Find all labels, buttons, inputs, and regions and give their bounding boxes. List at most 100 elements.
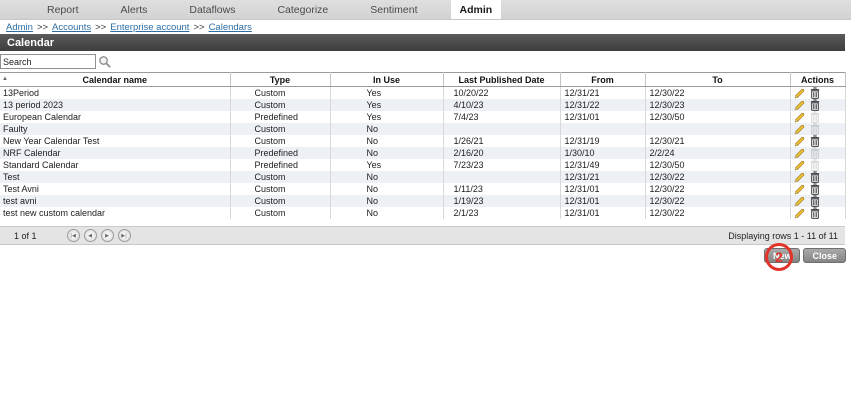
edit-icon[interactable] xyxy=(794,196,805,207)
cell-calendar-name: Faulty xyxy=(0,123,230,135)
delete-icon[interactable] xyxy=(810,183,820,195)
cell-in-use: Yes xyxy=(330,87,443,100)
cell-from: 12/31/22 xyxy=(560,99,645,111)
first-page-button[interactable]: |◀ xyxy=(67,229,80,242)
tab-admin[interactable]: Admin xyxy=(451,0,502,19)
next-page-button[interactable]: ▶ xyxy=(101,229,114,242)
cell-actions xyxy=(790,171,845,183)
edit-icon[interactable] xyxy=(794,172,805,183)
column-header-in-use[interactable]: In Use xyxy=(330,73,443,87)
cell-last-published-date: 1/26/21 xyxy=(443,135,560,147)
column-header-label: Calendar name xyxy=(82,75,147,85)
table-row: Test Avni Custom No 1/11/23 12/31/01 12/… xyxy=(0,183,845,195)
delete-icon xyxy=(810,111,820,123)
breadcrumb: Admin >> Accounts >> Enterprise account … xyxy=(0,20,851,34)
cell-calendar-name: European Calendar xyxy=(0,111,230,123)
table-row: European Calendar Predefined Yes 7/4/23 … xyxy=(0,111,845,123)
tab-report[interactable]: Report xyxy=(38,0,88,19)
cell-to: 12/30/22 xyxy=(645,207,790,219)
cell-last-published-date: 7/23/23 xyxy=(443,159,560,171)
search-icon[interactable] xyxy=(98,55,111,68)
delete-icon[interactable] xyxy=(810,87,820,99)
cell-from: 12/31/01 xyxy=(560,183,645,195)
delete-icon[interactable] xyxy=(810,99,820,111)
cell-last-published-date: 4/10/23 xyxy=(443,99,560,111)
delete-icon[interactable] xyxy=(810,195,820,207)
breadcrumb-link-accounts[interactable]: Accounts xyxy=(52,22,91,33)
breadcrumb-link-admin[interactable]: Admin xyxy=(6,22,33,33)
cell-actions xyxy=(790,207,845,219)
cell-from: 12/31/49 xyxy=(560,159,645,171)
edit-icon[interactable] xyxy=(794,160,805,171)
close-button[interactable]: Close xyxy=(803,248,846,263)
edit-icon[interactable] xyxy=(794,100,805,111)
table-row: test avni Custom No 1/19/23 12/31/01 12/… xyxy=(0,195,845,207)
cell-in-use: No xyxy=(330,147,443,159)
cell-calendar-name: Test xyxy=(0,171,230,183)
table-row: NRF Calendar Predefined No 2/16/20 1/30/… xyxy=(0,147,845,159)
last-page-button[interactable]: ▶| xyxy=(118,229,131,242)
annotation-step-2-circle: 2 xyxy=(765,243,793,271)
tab-sentiment[interactable]: Sentiment xyxy=(361,0,426,19)
cell-calendar-name: 13Period xyxy=(0,87,230,100)
cell-to: 12/30/22 xyxy=(645,87,790,100)
table-row: Standard Calendar Predefined Yes 7/23/23… xyxy=(0,159,845,171)
footer-actions: New Close xyxy=(0,248,849,263)
edit-icon[interactable] xyxy=(794,136,805,147)
delete-icon[interactable] xyxy=(810,207,820,219)
cell-in-use: No xyxy=(330,183,443,195)
cell-type: Predefined xyxy=(230,147,330,159)
cell-type: Custom xyxy=(230,171,330,183)
tab-categorize[interactable]: Categorize xyxy=(268,0,337,19)
column-header-calendar-name[interactable]: ▲ Calendar name xyxy=(0,73,230,87)
edit-icon[interactable] xyxy=(794,184,805,195)
sort-asc-icon: ▲ xyxy=(2,76,8,82)
cell-in-use: No xyxy=(330,135,443,147)
delete-icon[interactable] xyxy=(810,171,820,183)
tab-dataflows[interactable]: Dataflows xyxy=(180,0,244,19)
cell-calendar-name: New Year Calendar Test xyxy=(0,135,230,147)
column-header-type[interactable]: Type xyxy=(230,73,330,87)
cell-calendar-name: test avni xyxy=(0,195,230,207)
table-row: 13 period 2023 Custom Yes 4/10/23 12/31/… xyxy=(0,99,845,111)
cell-calendar-name: NRF Calendar xyxy=(0,147,230,159)
breadcrumb-link-calendars[interactable]: Calendars xyxy=(209,22,252,33)
table-row: Faulty Custom No xyxy=(0,123,845,135)
cell-to: 12/30/22 xyxy=(645,195,790,207)
cell-to: 12/30/22 xyxy=(645,171,790,183)
column-header-from[interactable]: From xyxy=(560,73,645,87)
cell-in-use: Yes xyxy=(330,111,443,123)
edit-icon[interactable] xyxy=(794,112,805,123)
delete-icon[interactable] xyxy=(810,135,820,147)
cell-to: 12/30/50 xyxy=(645,111,790,123)
page-title: Calendar xyxy=(7,37,54,49)
page-title-bar: Calendar xyxy=(0,34,845,51)
cell-to: 12/30/50 xyxy=(645,159,790,171)
cell-calendar-name: 13 period 2023 xyxy=(0,99,230,111)
cell-in-use: No xyxy=(330,207,443,219)
edit-icon[interactable] xyxy=(794,208,805,219)
column-header-to[interactable]: To xyxy=(645,73,790,87)
cell-actions xyxy=(790,195,845,207)
tab-alerts[interactable]: Alerts xyxy=(112,0,157,19)
search-input[interactable] xyxy=(0,54,96,69)
edit-icon[interactable] xyxy=(794,124,805,135)
cell-to: 12/30/22 xyxy=(645,183,790,195)
cell-last-published-date: 1/11/23 xyxy=(443,183,560,195)
table-row: test new custom calendar Custom No 2/1/2… xyxy=(0,207,845,219)
cell-from: 12/31/21 xyxy=(560,87,645,100)
cell-actions xyxy=(790,147,845,159)
column-header-last-published-date[interactable]: Last Published Date xyxy=(443,73,560,87)
cell-from: 12/31/21 xyxy=(560,171,645,183)
prev-page-button[interactable]: ◀ xyxy=(84,229,97,242)
table-row: New Year Calendar Test Custom No 1/26/21… xyxy=(0,135,845,147)
cell-type: Custom xyxy=(230,135,330,147)
delete-icon xyxy=(810,159,820,171)
edit-icon[interactable] xyxy=(794,148,805,159)
breadcrumb-link-enterprise-account[interactable]: Enterprise account xyxy=(110,22,189,33)
displaying-rows-text: Displaying rows 1 - 11 of 11 xyxy=(728,231,838,241)
edit-icon[interactable] xyxy=(794,88,805,99)
cell-type: Custom xyxy=(230,99,330,111)
cell-type: Predefined xyxy=(230,159,330,171)
cell-actions xyxy=(790,123,845,135)
